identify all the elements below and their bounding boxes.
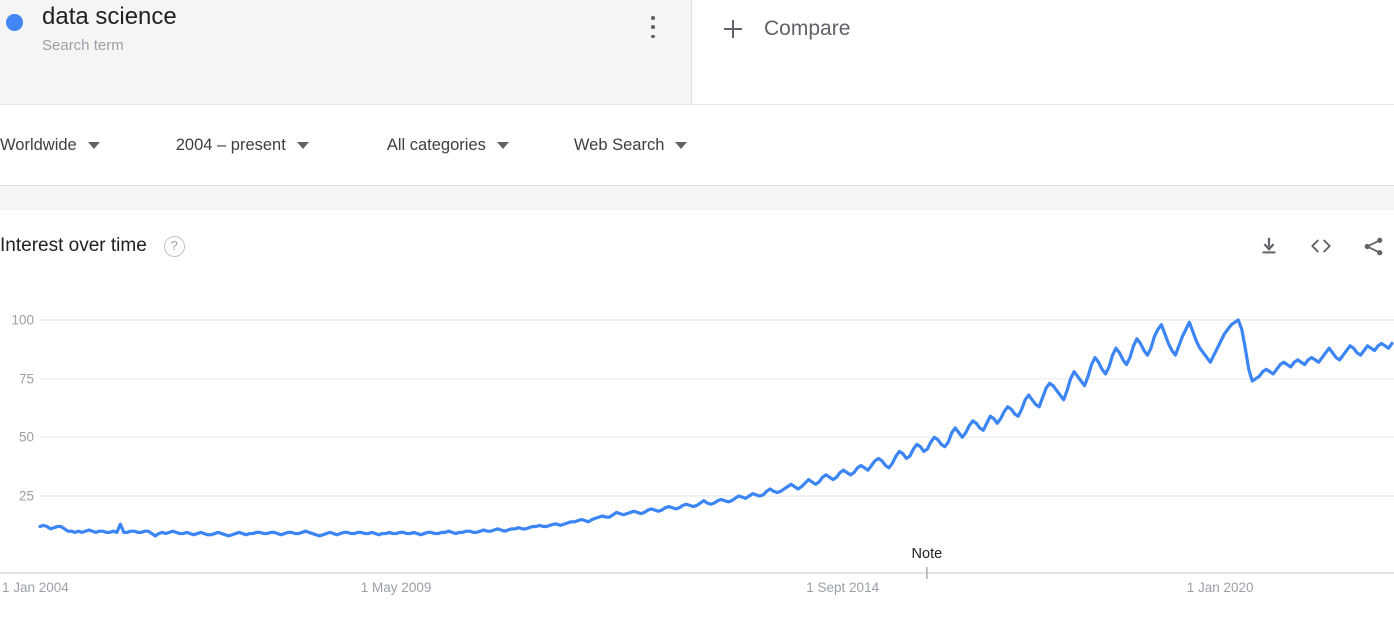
page-title: Interest over time (0, 235, 147, 256)
plus-icon (720, 16, 746, 42)
share-icon[interactable] (1360, 233, 1386, 259)
chevron-down-icon (675, 141, 688, 149)
chevron-down-icon (87, 141, 100, 149)
kebab-menu-icon[interactable] (643, 16, 663, 38)
search-term-title: data science (42, 3, 177, 30)
compare-pane: Compare (692, 0, 1394, 104)
search-term-bar: data science Search term Compare (0, 0, 1394, 105)
embed-code-icon[interactable] (1308, 233, 1334, 259)
chevron-down-icon (296, 141, 309, 149)
interest-over-time-chart[interactable]: 25 50 75 100 1 Jan 2004 1 May 2009 1 Sept 201… (0, 282, 1394, 612)
y-axis-tick-label: 75 (18, 371, 34, 387)
series-color-dot (6, 14, 23, 31)
sidebar-item-time-range[interactable]: 2004 – present (176, 136, 309, 155)
chevron-down-icon (496, 141, 509, 149)
search-term-card[interactable]: data science Search term (0, 0, 692, 104)
compare-label: Compare (764, 17, 851, 40)
chart-note-annotation[interactable]: Note (912, 546, 943, 562)
interest-over-time-header: Interest over time ? (0, 210, 1394, 282)
search-term-subtitle: Search term (42, 37, 124, 54)
help-icon[interactable]: ? (163, 235, 185, 257)
y-axis-tick-label: 100 (11, 312, 34, 328)
sidebar-item-search-type[interactable]: Web Search (574, 136, 688, 155)
add-comparison-button[interactable]: Compare (720, 16, 850, 42)
section-divider (0, 186, 1394, 210)
category-filter-label: All categories (386, 135, 486, 154)
time-range-filter-label: 2004 – present (175, 135, 286, 154)
chart-canvas (0, 318, 1394, 579)
filter-bar: Worldwide 2004 – present All categories … (0, 105, 1394, 186)
x-axis-tick-label: 1 Sept 2014 (806, 580, 880, 595)
chart-actions (1256, 233, 1386, 259)
sidebar-item-category[interactable]: All categories (387, 136, 509, 155)
x-axis-tick-label: 1 Jan 2004 (2, 580, 69, 595)
x-axis-tick-label: 1 Jan 2020 (1186, 580, 1254, 595)
y-axis-tick-label: 50 (18, 429, 34, 445)
x-axis-tick-label: 1 May 2009 (360, 580, 432, 595)
search-type-filter-label: Web Search (573, 135, 665, 154)
y-axis-tick-label: 25 (18, 488, 34, 504)
search-term-texts: data science Search term (42, 2, 177, 57)
download-icon[interactable] (1256, 233, 1282, 259)
location-filter-label: Worldwide (0, 135, 77, 154)
sidebar-item-location[interactable]: Worldwide (0, 136, 100, 155)
